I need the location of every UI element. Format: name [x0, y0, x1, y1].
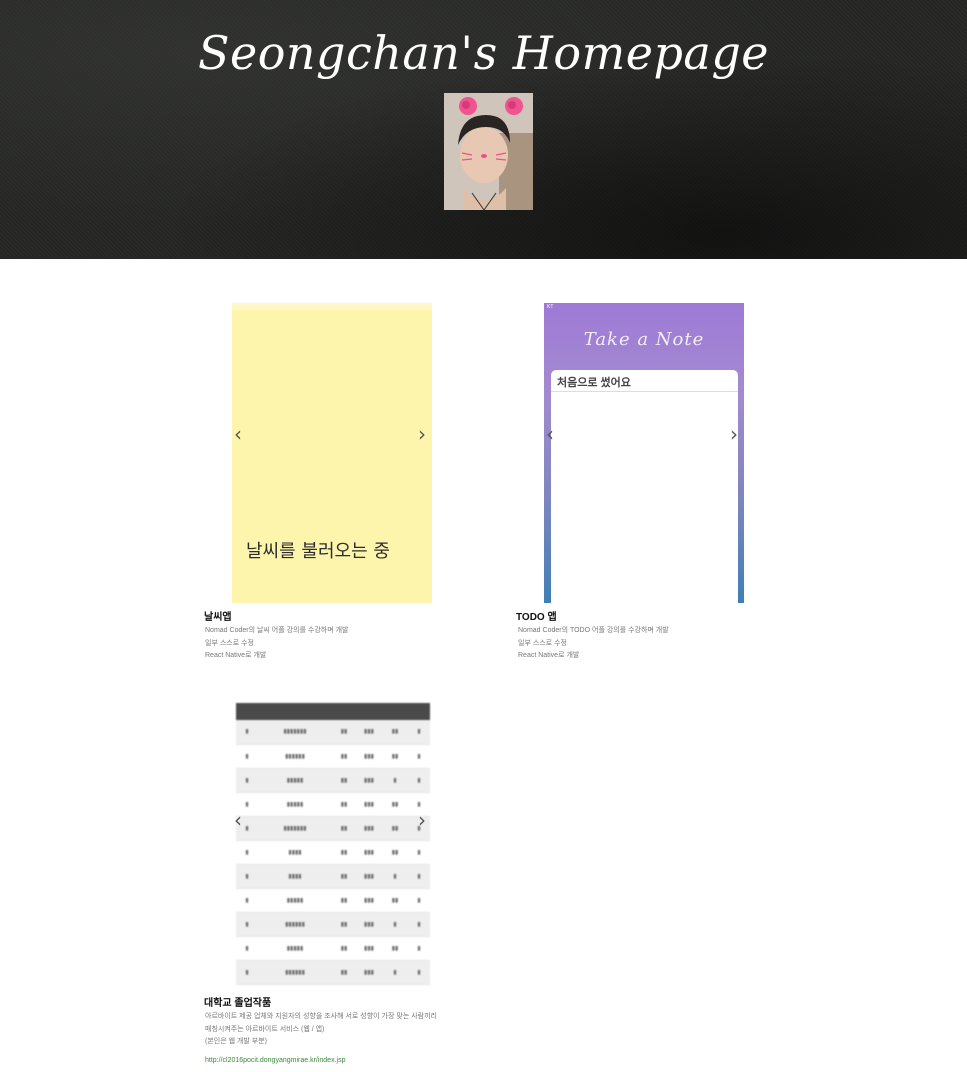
graduation-project-screenshot: ▮ ▮▮▮▮▮▮▮ ▮▮ ▮▮▮ ▮▮ ▮ ▮ ▮▮▮▮▮▮ ▮▮ ▮▮▮ ▮▮ ▮ ▮ ▮▮▮▮▮ ▮… — [232, 690, 432, 986]
carrier-label: KT — [547, 304, 554, 310]
avatar-photo — [444, 93, 533, 210]
blurred-table: ▮ ▮▮▮▮▮▮▮ ▮▮ ▮▮▮ ▮▮ ▮ ▮ ▮▮▮▮▮▮ ▮▮ ▮▮▮ ▮▮ ▮ ▮ ▮▮▮▮▮ ▮… — [236, 703, 430, 985]
desc-line: 아르바이트 제공 업체와 지원자의 성향을 조사해 서로 성향이 가장 맞는 사… — [205, 1013, 437, 1020]
status-bar — [232, 303, 432, 310]
status-bar: KT — [544, 303, 744, 311]
project-link-graduation[interactable]: http://cl2016pocit.dongyangmirae.kr/inde… — [205, 1057, 345, 1064]
chevron-left-icon[interactable]: ‹ — [546, 424, 554, 444]
project-desc-graduation: 아르바이트 제공 업체와 지원자의 성향을 조사해 서로 성향이 가장 맞는 사… — [205, 1011, 437, 1049]
project-desc-weather: Nomad Coder의 날씨 어플 강의를 수강하며 개발 일부 스스로 수정… — [205, 625, 348, 663]
avatar — [444, 93, 533, 210]
chevron-right-icon[interactable]: › — [730, 424, 738, 444]
desc-line: (본인은 웹 개발 부분) — [205, 1038, 268, 1045]
page-title: Seongchan's Homepage — [197, 26, 769, 80]
note-input: 처음으로 썼어요 — [551, 370, 738, 392]
todo-app-title: Take a Note — [583, 329, 705, 350]
project-desc-todo: Nomad Coder의 TODO 어플 강의를 수강하며 개발 일부 스스로 … — [518, 625, 669, 663]
weather-loading-text: 날씨를 불러오는 중 — [246, 541, 390, 562]
desc-line: Nomad Coder의 TODO 어플 강의를 수강하며 개발 — [518, 627, 669, 634]
desc-line: Nomad Coder의 날씨 어플 강의를 수강하며 개발 — [205, 627, 349, 634]
project-title-graduation: 대학교 졸업작품 — [204, 998, 272, 1009]
hero-banner: Seongchan's Homepage — [0, 0, 967, 259]
todo-app-screenshot: KT Take a Note 처음으로 썼어요 ‹ › — [544, 303, 744, 603]
desc-line: React Native로 개발 — [518, 652, 580, 659]
chevron-right-icon[interactable]: › — [418, 810, 426, 830]
weather-app-screenshot: 날씨를 불러오는 중 ‹ › — [232, 303, 432, 603]
project-title-todo: TODO 앱 — [516, 612, 557, 623]
desc-line: 매칭시켜주는 아르바이트 서비스 (웹 / 앱) — [205, 1025, 325, 1033]
project-title-weather: 날씨앱 — [204, 612, 232, 623]
desc-line: React Native로 개발 — [205, 652, 267, 659]
todo-panel: 처음으로 썼어요 — [551, 370, 738, 603]
chevron-left-icon[interactable]: ‹ — [234, 424, 242, 444]
chevron-left-icon[interactable]: ‹ — [234, 810, 242, 830]
chevron-right-icon[interactable]: › — [418, 424, 426, 444]
desc-line: 일부 스스로 수정 — [205, 639, 254, 647]
desc-line: 일부 스스로 수정 — [518, 639, 567, 647]
